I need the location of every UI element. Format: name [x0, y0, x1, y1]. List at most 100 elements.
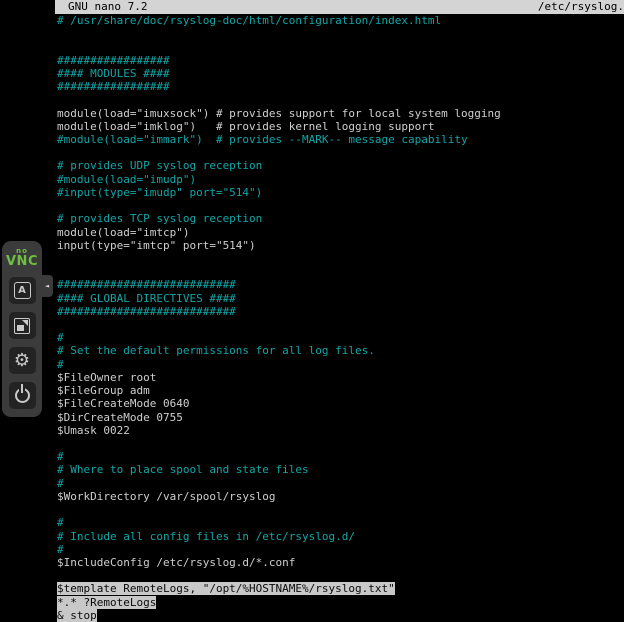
editor-line: ################# — [55, 80, 624, 93]
novnc-toolbar: ◄ no VNC A ⚙ — [2, 241, 42, 417]
editor-line — [55, 503, 624, 516]
vnc-screen: GNU nano 7.2 /etc/rsyslog. # /usr/share/… — [0, 0, 624, 622]
editor-line: input(type="imtcp" port="514") — [55, 239, 624, 252]
editor-line: *.* ?RemoteLogs — [55, 596, 624, 609]
settings-button[interactable]: ⚙ — [9, 347, 36, 374]
editor-line-text: $DirCreateMode 0755 — [57, 411, 183, 424]
editor-line-text: #input(type="imudp" port="514") — [57, 186, 262, 199]
editor-line-text: input(type="imtcp" port="514") — [57, 239, 256, 252]
editor-line-text: # — [57, 358, 64, 371]
editor-line: #module(load="immark") # provides --MARK… — [55, 133, 624, 146]
editor-line-text: $FileCreateMode 0640 — [57, 397, 189, 410]
editor-line: module(load="imuxsock") # provides suppo… — [55, 107, 624, 120]
editor-line: #### MODULES #### — [55, 67, 624, 80]
editor-line: # provides UDP syslog reception — [55, 159, 624, 172]
power-icon — [15, 388, 30, 403]
editor-line-text: # Where to place spool and state files — [57, 463, 309, 476]
fullscreen-icon — [14, 318, 30, 334]
settings-gear-icon: ⚙ — [14, 352, 30, 370]
editor-line: ########################### — [55, 278, 624, 291]
editor-line: module(load="imklog") # provides kernel … — [55, 120, 624, 133]
editor-line: # — [55, 331, 624, 344]
editor-content[interactable]: # /usr/share/doc/rsyslog-doc/html/config… — [55, 14, 624, 622]
editor-line: $FileGroup adm — [55, 384, 624, 397]
editor-line: # provides TCP syslog reception — [55, 212, 624, 225]
editor-line-text: module(load="imtcp") — [57, 226, 189, 239]
terminal-window: GNU nano 7.2 /etc/rsyslog. # /usr/share/… — [55, 0, 624, 622]
editor-line-text: $FileOwner root — [57, 371, 156, 384]
editor-line: # — [55, 358, 624, 371]
editor-line — [55, 199, 624, 212]
editor-line-text: module(load="imklog") # provides kernel … — [57, 120, 435, 133]
editor-line: # Where to place spool and state files — [55, 463, 624, 476]
fullscreen-button[interactable] — [9, 312, 36, 339]
editor-line: # — [55, 516, 624, 529]
editor-line-text: #module(load="immark") # provides --MARK… — [57, 133, 468, 146]
editor-line: module(load="imtcp") — [55, 226, 624, 239]
editor-line-text: ################# — [57, 80, 170, 93]
editor-line: #### GLOBAL DIRECTIVES #### — [55, 292, 624, 305]
editor-line-text: ################# — [57, 54, 170, 67]
editor-line-text: # provides UDP syslog reception — [57, 159, 262, 172]
editor-line: # Set the default permissions for all lo… — [55, 344, 624, 357]
keyboard-icon: A — [14, 282, 31, 299]
editor-line: $WorkDirectory /var/spool/rsyslog — [55, 490, 624, 503]
novnc-logo: no VNC — [6, 248, 38, 268]
editor-line — [55, 437, 624, 450]
editor-line — [55, 318, 624, 331]
editor-line-text: # — [57, 450, 64, 463]
editor-line-text: #module(load="imudp") — [57, 173, 196, 186]
editor-line — [55, 569, 624, 582]
editor-line-text: # — [57, 516, 64, 529]
editor-line-text: ########################### — [57, 278, 236, 291]
editor-line: #input(type="imudp" port="514") — [55, 186, 624, 199]
file-path-label: /etc/rsyslog. — [538, 0, 624, 14]
editor-line: $DirCreateMode 0755 — [55, 411, 624, 424]
editor-line-text: module(load="imuxsock") # provides suppo… — [57, 107, 501, 120]
editor-line-text: #### MODULES #### — [57, 67, 170, 80]
editor-line: # /usr/share/doc/rsyslog-doc/html/config… — [55, 14, 624, 27]
editor-line-text: $template RemoteLogs, "/opt/%HOSTNAME%/r… — [57, 582, 395, 595]
editor-line — [55, 265, 624, 278]
editor-line: #module(load="imudp") — [55, 173, 624, 186]
editor-line — [55, 40, 624, 53]
editor-line-text: #### GLOBAL DIRECTIVES #### — [57, 292, 236, 305]
editor-line: # — [55, 450, 624, 463]
editor-line-text: # — [57, 477, 64, 490]
editor-line: & stop — [55, 609, 624, 622]
editor-line-text: # Set the default permissions for all lo… — [57, 344, 375, 357]
editor-line: $Umask 0022 — [55, 424, 624, 437]
editor-line — [55, 93, 624, 106]
editor-line-text: # — [57, 543, 64, 556]
novnc-logo-text: VNC — [6, 255, 38, 268]
editor-line: ########################### — [55, 305, 624, 318]
editor-line — [55, 146, 624, 159]
nano-version-label: GNU nano 7.2 — [55, 0, 147, 14]
editor-line-text: & stop — [57, 609, 97, 622]
editor-line: $FileCreateMode 0640 — [55, 397, 624, 410]
editor-line — [55, 252, 624, 265]
editor-line-text: $FileGroup adm — [57, 384, 150, 397]
power-button[interactable] — [9, 382, 36, 409]
editor-line-text: # /usr/share/doc/rsyslog-doc/html/config… — [57, 14, 441, 27]
keyboard-button[interactable]: A — [9, 277, 36, 304]
editor-line: $FileOwner root — [55, 371, 624, 384]
editor-line: # — [55, 543, 624, 556]
nano-titlebar: GNU nano 7.2 /etc/rsyslog. — [55, 0, 624, 14]
editor-line-text: $IncludeConfig /etc/rsyslog.d/*.conf — [57, 556, 295, 569]
editor-line: $template RemoteLogs, "/opt/%HOSTNAME%/r… — [55, 582, 624, 595]
editor-line-text: $Umask 0022 — [57, 424, 130, 437]
editor-line-text: *.* ?RemoteLogs — [57, 596, 156, 609]
editor-line-text: ########################### — [57, 305, 236, 318]
editor-line-text: # — [57, 331, 64, 344]
editor-line: # — [55, 477, 624, 490]
toolbar-collapse-handle[interactable]: ◄ — [41, 275, 53, 297]
editor-line: # Include all config files in /etc/rsysl… — [55, 530, 624, 543]
editor-line: ################# — [55, 54, 624, 67]
editor-line-text: # Include all config files in /etc/rsysl… — [57, 530, 355, 543]
editor-line-text: # provides TCP syslog reception — [57, 212, 262, 225]
editor-line — [55, 27, 624, 40]
chevron-left-icon: ◄ — [45, 282, 49, 290]
editor-line: $IncludeConfig /etc/rsyslog.d/*.conf — [55, 556, 624, 569]
editor-line-text: $WorkDirectory /var/spool/rsyslog — [57, 490, 276, 503]
